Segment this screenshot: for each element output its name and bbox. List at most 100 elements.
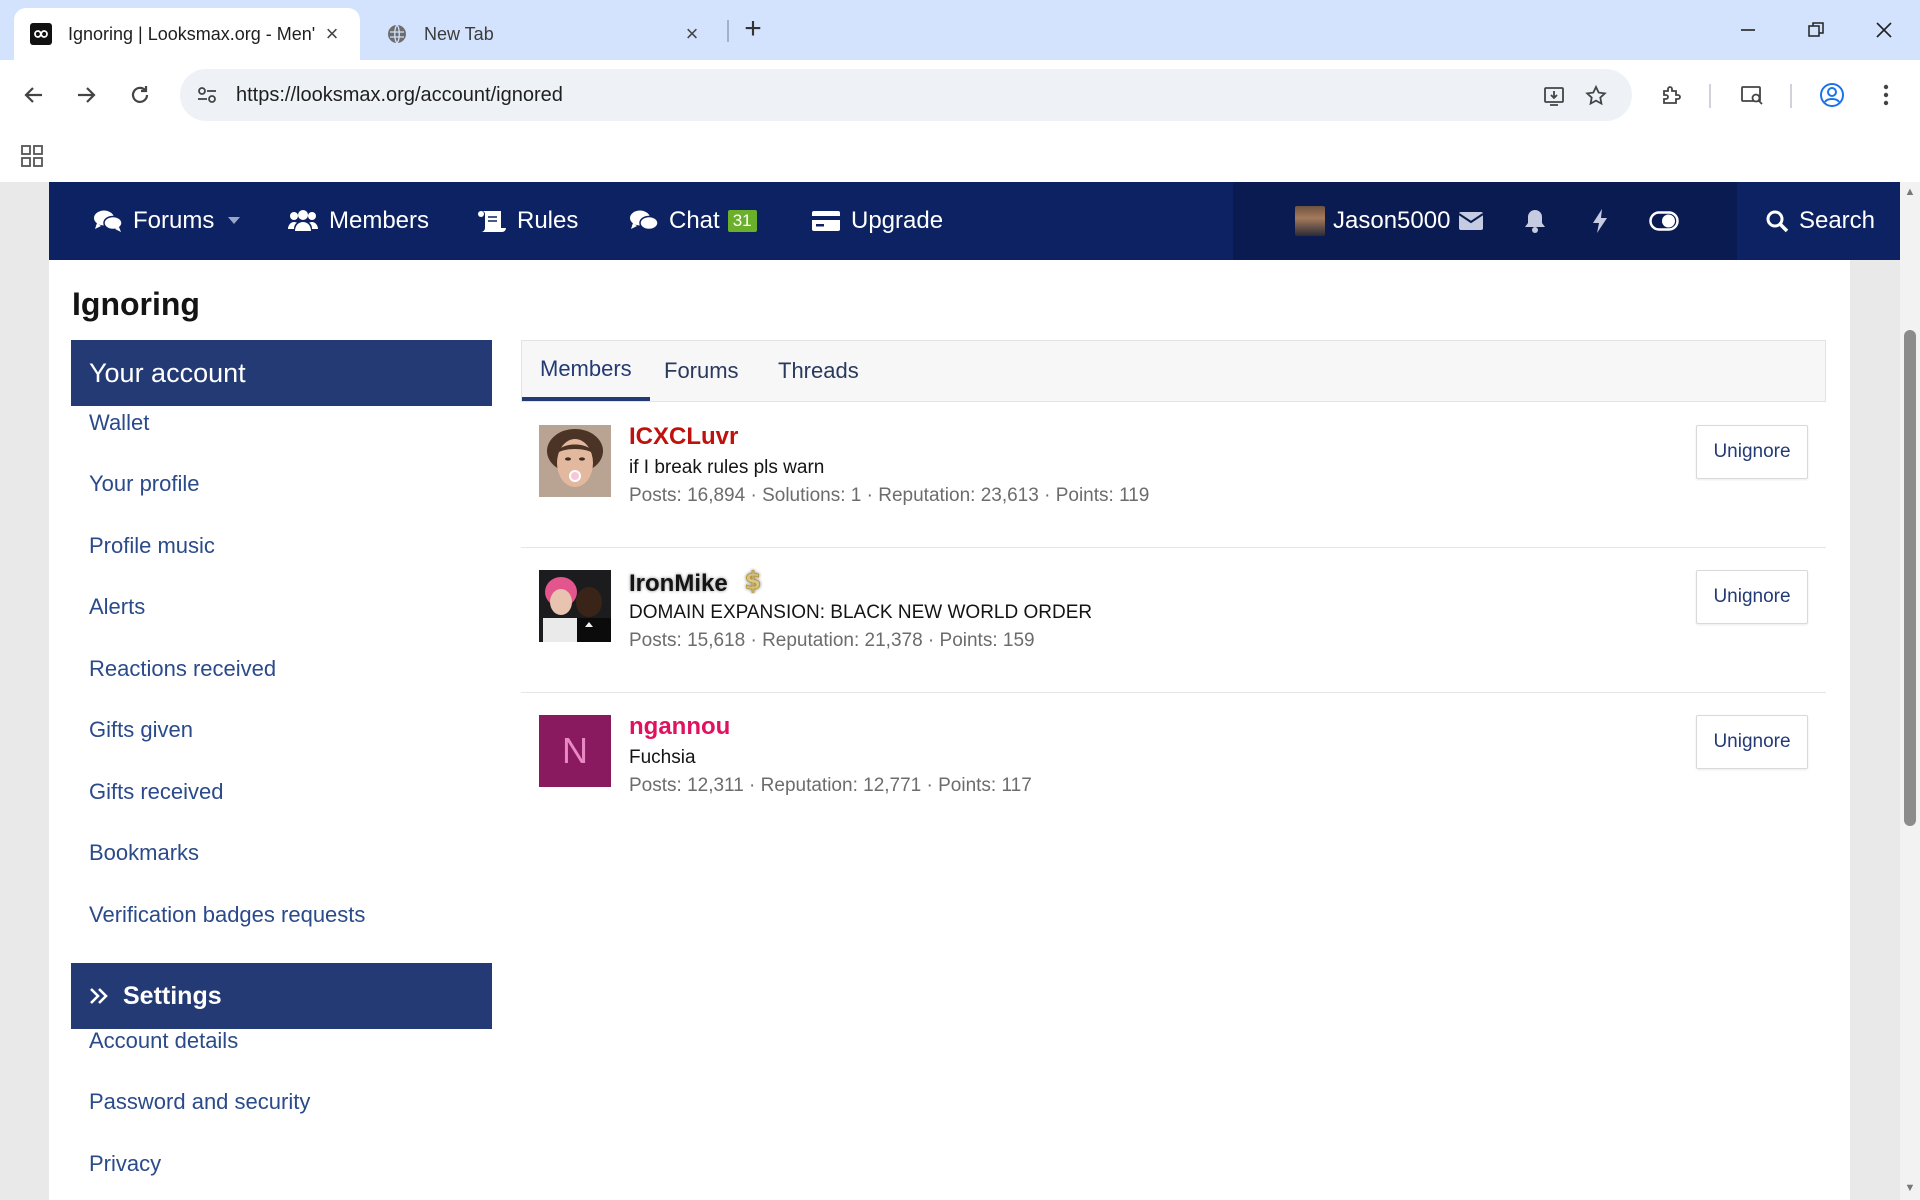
site-info-icon[interactable] [192, 80, 222, 110]
sidebar-item-gifts-given[interactable]: Gifts given [89, 717, 193, 743]
scroll-thumb[interactable] [1904, 330, 1916, 826]
sidebar-item-gifts-received[interactable]: Gifts received [89, 779, 224, 805]
member-avatar[interactable]: N [539, 715, 611, 787]
nav-forums-dropdown[interactable] [227, 182, 251, 260]
member-name-link[interactable]: ngannou [629, 713, 730, 741]
ignored-member-row: ICXCLuvr if I break rules pls warn Posts… [521, 403, 1826, 548]
address-bar[interactable]: https://looksmax.org/account/ignored [180, 69, 1632, 121]
member-name-link[interactable]: IronMike $ [629, 567, 764, 601]
tab-title: New Tab [424, 23, 494, 44]
ignored-member-row: IronMike $ DOMAIN EXPANSION: BLACK NEW W… [521, 548, 1826, 693]
nav-upgrade[interactable]: Upgrade [811, 182, 943, 260]
scroll-up-arrow-icon[interactable]: ▲ [1904, 186, 1916, 198]
new-tab-plus-icon[interactable]: + [738, 12, 768, 45]
sidebar-item-wallet[interactable]: Wallet [89, 410, 149, 436]
browser-toolbar: https://looksmax.org/account/ignored [0, 60, 1920, 130]
username-link[interactable]: Jason5000 [1333, 182, 1450, 260]
nav-rules[interactable]: Rules [477, 182, 578, 260]
nav-chat-label: Chat [669, 207, 720, 234]
chat-count-badge: 31 [727, 210, 757, 232]
nav-forums-label: Forums [133, 207, 215, 234]
member-custom-title: if I break rules pls warn [629, 457, 825, 478]
forward-arrow-icon[interactable] [66, 75, 106, 115]
reading-mode-icon[interactable] [1732, 75, 1772, 115]
sidebar-header-settings[interactable]: Settings [71, 963, 492, 1029]
sidebar-item-password-and-security[interactable]: Password and security [89, 1089, 310, 1115]
page-viewport: Forums Members Rules Chat 31 Upgrade Jas… [0, 182, 1900, 1200]
tab-members[interactable]: Members [522, 341, 650, 401]
credit-card-icon [812, 211, 840, 231]
unignore-button[interactable]: Unignore [1696, 425, 1808, 479]
member-name-text: IronMike [629, 570, 728, 597]
bell-icon[interactable] [1515, 182, 1555, 260]
scroll-icon [478, 211, 506, 232]
bolt-icon[interactable] [1580, 182, 1620, 260]
member-avatar[interactable] [539, 425, 611, 497]
unignore-button[interactable]: Unignore [1696, 715, 1808, 769]
nav-chat[interactable]: Chat 31 [629, 182, 757, 260]
nav-forums[interactable]: Forums [93, 182, 214, 260]
site-nav: Forums Members Rules Chat 31 Upgrade Jas… [49, 182, 1900, 260]
comments-icon [94, 210, 123, 232]
member-stats: Posts: 12,311 · Reputation: 12,771 · Poi… [629, 775, 1032, 796]
page-content: Ignoring Your account Wallet Your profil… [49, 260, 1850, 1200]
sidebar-item-privacy[interactable]: Privacy [89, 1151, 161, 1177]
sidebar-item-account-details[interactable]: Account details [89, 1028, 238, 1054]
looksmax-favicon-icon [30, 23, 52, 45]
sidebar-item-your-profile[interactable]: Your profile [89, 471, 199, 497]
sidebar-item-profile-music[interactable]: Profile music [89, 533, 215, 559]
apps-grid-icon[interactable] [16, 140, 48, 172]
tab-forums[interactable]: Forums [664, 341, 739, 401]
sidebar-item-alerts[interactable]: Alerts [89, 594, 145, 620]
sidebar-item-reactions-received[interactable]: Reactions received [89, 656, 276, 682]
tab-looksmax[interactable]: Ignoring | Looksmax.org - Men' × [14, 8, 360, 60]
sidebar-item-bookmarks[interactable]: Bookmarks [89, 840, 199, 866]
toggle-icon[interactable] [1644, 182, 1684, 260]
toolbar-separator [1709, 84, 1711, 108]
globe-icon [386, 23, 408, 45]
scroll-down-arrow-icon[interactable]: ▼ [1904, 1182, 1916, 1194]
browser-tab-bar: Ignoring | Looksmax.org - Men' × New Tab… [0, 0, 1920, 60]
back-arrow-icon[interactable] [14, 75, 54, 115]
search-button[interactable]: Search [1740, 182, 1900, 260]
ignored-member-row: N ngannou Fuchsia Posts: 12,311 · Reputa… [521, 693, 1826, 838]
member-custom-title: DOMAIN EXPANSION: BLACK NEW WORLD ORDER [629, 602, 1093, 623]
member-name-link[interactable]: ICXCLuvr [629, 423, 738, 451]
double-chevron-right-icon [90, 988, 108, 1004]
caret-down-icon [228, 217, 240, 224]
users-icon [288, 210, 318, 231]
tab-new-tab[interactable]: New Tab × [370, 8, 720, 60]
close-tab-icon[interactable]: × [680, 21, 704, 46]
extensions-puzzle-icon[interactable] [1652, 75, 1692, 115]
member-stats: Posts: 15,618 · Reputation: 21,378 · Poi… [629, 630, 1035, 651]
page-scrollbar[interactable]: ▲ ▼ [1900, 182, 1920, 1200]
unignore-button[interactable]: Unignore [1696, 570, 1808, 624]
search-label: Search [1798, 207, 1876, 234]
profile-icon[interactable] [1812, 75, 1852, 115]
user-avatar[interactable] [1295, 206, 1325, 236]
install-app-icon[interactable] [1536, 78, 1572, 114]
restore-icon[interactable] [1788, 8, 1844, 52]
toolbar-separator [1790, 84, 1792, 108]
close-window-icon[interactable] [1856, 8, 1912, 52]
envelope-icon[interactable] [1451, 182, 1491, 260]
sidebar-item-verification-badges-requests[interactable]: Verification badges requests [89, 902, 365, 928]
reload-icon[interactable] [120, 75, 160, 115]
search-icon [1766, 210, 1789, 233]
member-avatar[interactable] [539, 570, 611, 642]
bookmarks-bar [0, 130, 1920, 182]
minimize-icon[interactable] [1720, 8, 1776, 52]
nav-members[interactable]: Members [287, 182, 429, 260]
tab-threads[interactable]: Threads [778, 341, 859, 401]
sidebar-header-label: Your account [89, 357, 246, 388]
page-title: Ignoring [72, 286, 200, 322]
close-tab-icon[interactable]: × [320, 21, 344, 46]
kebab-menu-icon[interactable] [1866, 75, 1906, 115]
nav-upgrade-label: Upgrade [851, 207, 944, 234]
sidebar-header-your-account[interactable]: Your account [71, 340, 492, 406]
chat-icon [630, 210, 659, 231]
tab-title: Ignoring | Looksmax.org - Men' [68, 23, 316, 44]
url-text[interactable]: https://looksmax.org/account/ignored [236, 84, 563, 107]
nav-members-label: Members [329, 207, 430, 234]
bookmark-star-icon[interactable] [1578, 78, 1614, 114]
